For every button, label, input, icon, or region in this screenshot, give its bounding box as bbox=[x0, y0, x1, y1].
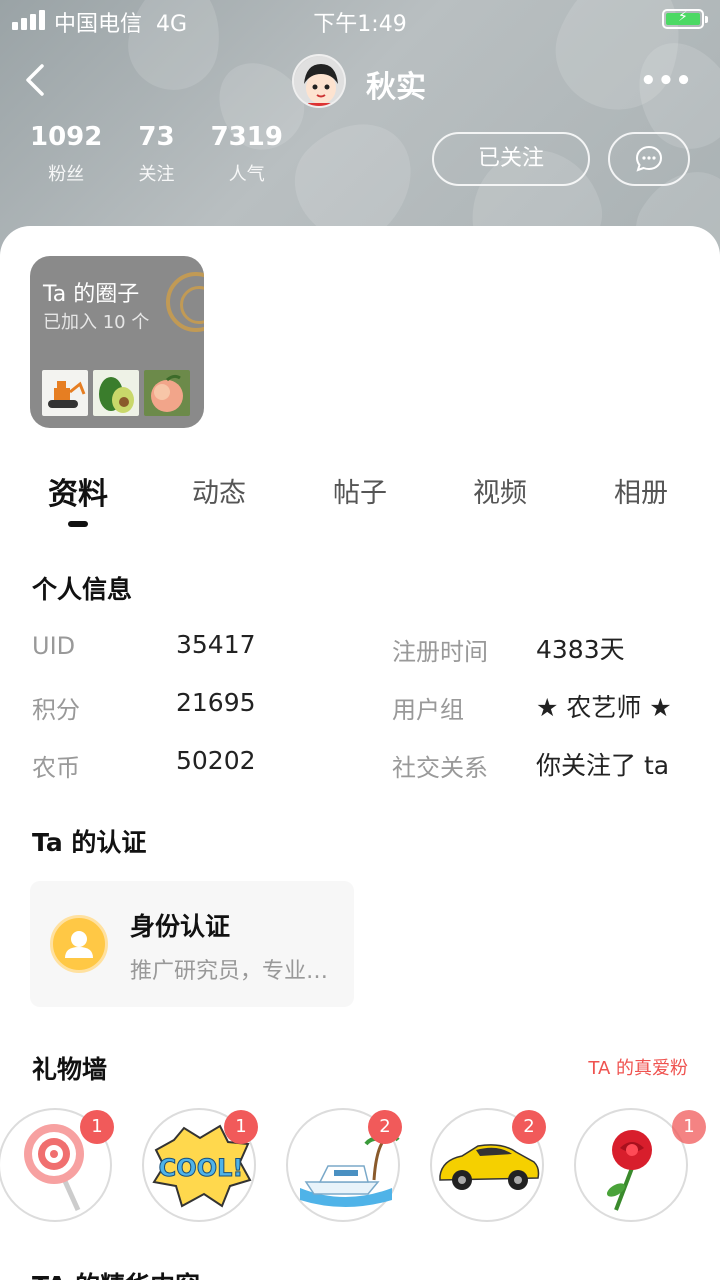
tab-albums[interactable]: 相册 bbox=[614, 471, 668, 510]
user-avatar-icon bbox=[50, 915, 108, 973]
circles-decoration-icon bbox=[166, 272, 204, 332]
chevron-left-icon bbox=[26, 64, 44, 96]
certification-card-subtitle: 推广研究员，专业从事农业技术推广 bbox=[130, 959, 340, 984]
circle-thumbnails bbox=[42, 370, 190, 416]
username: 秋实 bbox=[366, 70, 426, 105]
gift-cool-sticker[interactable]: COOL! 1 bbox=[142, 1108, 258, 1222]
circles-count: 已加入 10 个 bbox=[43, 312, 150, 333]
relationship-label: 社交关系 bbox=[392, 754, 488, 782]
uid-value: 35417 bbox=[176, 630, 256, 659]
points-label: 积分 bbox=[32, 696, 80, 724]
gift-count-badge: 2 bbox=[368, 1110, 402, 1144]
message-button[interactable] bbox=[608, 132, 690, 186]
gift-count-badge: 1 bbox=[224, 1110, 258, 1144]
battery-icon bbox=[662, 9, 708, 29]
identity-certification-card[interactable]: 身份认证 推广研究员，专业从事农业技术推广 bbox=[30, 881, 354, 1007]
circles-title: Ta 的圈子 bbox=[43, 282, 140, 307]
register-time-value: 4383天 bbox=[536, 635, 625, 664]
certification-title: Ta 的认证 bbox=[32, 828, 147, 857]
clock: 下午1:49 bbox=[313, 12, 407, 37]
uid-label: UID bbox=[32, 632, 76, 660]
avatar[interactable] bbox=[292, 54, 346, 108]
avocado-thumbnail[interactable] bbox=[93, 370, 139, 416]
tab-activity[interactable]: 动态 bbox=[192, 471, 246, 510]
follow-button[interactable]: 已关注 bbox=[432, 132, 590, 186]
stat-fans[interactable]: 1092 粉丝 bbox=[30, 122, 102, 186]
tab-posts[interactable]: 帖子 bbox=[333, 471, 387, 510]
featured-content-title: TA 的精华内容 bbox=[32, 1266, 200, 1280]
circles-card[interactable]: Ta 的圈子 已加入 10 个 bbox=[30, 256, 204, 428]
gift-sports-car[interactable]: 2 bbox=[430, 1108, 546, 1222]
points-value: 21695 bbox=[176, 688, 256, 717]
gift-rose[interactable]: 1 bbox=[574, 1108, 706, 1222]
stat-popularity: 7319 人气 bbox=[210, 122, 283, 185]
personal-info-title: 个人信息 bbox=[32, 575, 133, 604]
register-time-label: 注册时间 bbox=[392, 638, 488, 666]
relationship-value: 你关注了 ta bbox=[536, 751, 670, 780]
user-group-label: 用户组 bbox=[392, 696, 464, 724]
more-options-button[interactable]: ••• bbox=[640, 66, 692, 96]
tab-profile-info[interactable]: 资料 bbox=[48, 469, 108, 513]
back-button[interactable] bbox=[18, 58, 58, 102]
coins-label: 农币 bbox=[32, 754, 80, 782]
coins-value: 50202 bbox=[176, 746, 256, 775]
status-bar: 中国电信 4G 下午1:49 bbox=[0, 0, 720, 40]
gift-lollipop[interactable]: 1 bbox=[0, 1108, 114, 1222]
stat-following[interactable]: 73 关注 bbox=[138, 122, 174, 186]
true-fans-link[interactable]: TA 的真爱粉 bbox=[588, 1054, 688, 1080]
gift-count-badge: 1 bbox=[672, 1110, 706, 1144]
user-group-value: ★ 农艺师 ★ bbox=[536, 693, 672, 722]
active-tab-indicator bbox=[68, 521, 88, 527]
profile-content: Ta 的圈子 已加入 10 个 资料 动态 帖子 视频 相册 个人信息 UID … bbox=[0, 226, 720, 1280]
tab-videos[interactable]: 视频 bbox=[473, 471, 527, 510]
peach-thumbnail[interactable] bbox=[144, 370, 190, 416]
profile-tabs: 资料 动态 帖子 视频 相册 bbox=[0, 471, 720, 531]
gift-count-badge: 2 bbox=[512, 1110, 546, 1144]
svg-text:COOL!: COOL! bbox=[159, 1154, 244, 1182]
profile-stats: 1092 粉丝 73 关注 7319 人气 bbox=[30, 122, 319, 186]
gift-wall-title: 礼物墙 bbox=[32, 1055, 108, 1084]
more-icon: ••• bbox=[640, 66, 693, 96]
certification-card-title: 身份认证 bbox=[130, 912, 231, 941]
gift-count-badge: 1 bbox=[80, 1110, 114, 1144]
chat-bubble-icon bbox=[635, 145, 663, 172]
gift-yacht[interactable]: 2 bbox=[286, 1108, 402, 1222]
excavator-thumbnail[interactable] bbox=[42, 370, 88, 416]
